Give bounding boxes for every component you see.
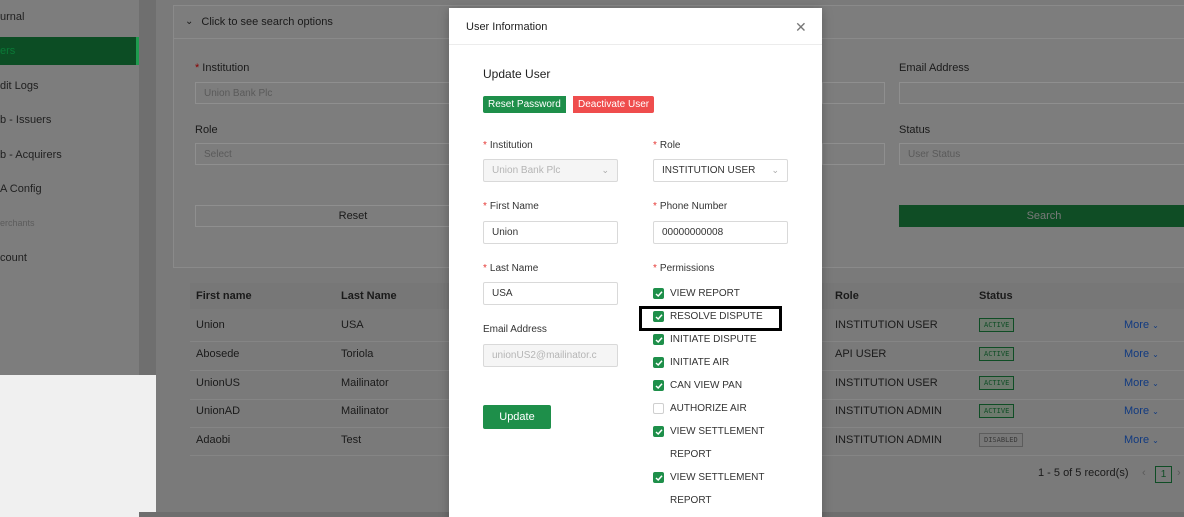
permission-view-settlement-report[interactable]: VIEW SETTLEMENT REPORT [653,426,773,466]
column-header-role[interactable]: Role [835,290,859,302]
update-user-heading: Update User [483,67,551,81]
chevron-down-icon: ⌄ [1152,407,1159,416]
chevron-down-icon: ⌄ [1152,379,1159,388]
sidebar-scrollbar[interactable] [139,0,156,375]
sidebar-item-acquirers[interactable]: b - Acquirers [0,141,139,169]
cell-last-name: Mailinator [341,377,389,389]
email-address-input[interactable]: unionUS2@mailinator.c [483,344,618,367]
column-header-status[interactable]: Status [979,290,1013,302]
search-status-label: Status [899,124,931,136]
more-link[interactable]: More ⌄ [1124,348,1159,360]
cell-last-name: Mailinator [341,405,389,417]
search-button[interactable]: Search [899,205,1184,227]
sidebar: urnal ers dit Logs b - Issuers b - Acqui… [0,0,156,375]
permission-authorize-air[interactable]: AUTHORIZE AIR [653,403,747,414]
checkbox-checked-icon[interactable] [653,426,664,437]
permission-view-settlement-report[interactable]: VIEW SETTLEMENT REPORT [653,472,773,512]
cell-first-name: Abosede [196,348,240,360]
user-information-modal: User Information ✕ Update User Reset Pas… [449,8,822,517]
reset-password-button[interactable]: Reset Password [483,96,566,113]
permission-initiate-dispute[interactable]: INITIATE DISPUTE [653,334,757,345]
status-badge: ACTIVE [979,404,1015,418]
last-name-input[interactable]: USA [483,282,618,305]
role-select[interactable]: INSTITUTION USER ⌄ [653,159,788,182]
cell-first-name: Adaobi [196,434,231,446]
sidebar-item-users[interactable]: ers [0,37,139,65]
phone-number-input[interactable]: 00000000008 [653,221,788,244]
sidebar-item-journal[interactable]: urnal [0,3,139,31]
update-button[interactable]: Update [483,405,551,429]
cell-role: INSTITUTION ADMIN [835,434,942,446]
chevron-down-icon: ⌄ [771,165,779,175]
permission-can-view-pan[interactable]: CAN VIEW PAN [653,380,742,391]
more-link[interactable]: More ⌄ [1124,319,1159,331]
chevron-down-icon: ⌄ [1152,436,1159,445]
cell-first-name: Union [196,319,225,331]
cell-role: API USER [835,348,887,360]
modal-title: User Information [466,21,548,33]
permission-view-report[interactable]: VIEW REPORT [653,288,740,299]
search-institution-label: * Institution [195,62,250,74]
pagination-summary: 1 - 5 of 5 record(s) [1038,467,1129,479]
institution-select[interactable]: Union Bank Plc ⌄ [483,159,618,182]
chevron-down-icon: ⌄ [185,16,194,27]
last-name-label: * Last Name [483,263,539,274]
modal-divider [449,44,822,45]
more-link[interactable]: More ⌄ [1124,377,1159,389]
role-label: * Role [653,140,681,151]
cell-role: INSTITUTION USER [835,319,938,331]
sidebar-nav: urnal ers dit Logs b - Issuers b - Acqui… [0,0,139,375]
checkbox-checked-icon[interactable] [653,357,664,368]
permission-initiate-air[interactable]: INITIATE AIR [653,357,729,368]
status-badge: DISABLED [979,433,1023,447]
column-header-last-name[interactable]: Last Name [341,290,397,302]
cell-last-name: Test [341,434,362,446]
cell-first-name: UnionAD [196,405,241,417]
status-badge: ACTIVE [979,318,1015,332]
chevron-down-icon: ⌄ [1152,350,1159,359]
cell-role: INSTITUTION ADMIN [835,405,942,417]
checkbox-checked-icon[interactable] [653,380,664,391]
checkbox-unchecked-icon[interactable] [653,403,664,414]
status-badge: ACTIVE [979,376,1015,390]
cell-last-name: USA [341,319,364,331]
pagination-page-button[interactable]: 1 [1155,466,1172,483]
pagination-next-icon[interactable]: › [1177,467,1181,479]
search-email-input[interactable] [899,82,1184,104]
phone-number-label: * Phone Number [653,201,728,212]
highlight-box [639,306,782,331]
pagination-prev-icon[interactable]: ‹ [1142,467,1146,479]
email-address-label: Email Address [483,324,547,335]
cell-first-name: UnionUS [196,377,241,389]
checkbox-checked-icon[interactable] [653,472,664,483]
sidebar-item-config[interactable]: A Config [0,175,139,203]
cell-last-name: Toriola [341,348,374,360]
sidebar-item-audit-logs[interactable]: dit Logs [0,72,139,100]
chevron-down-icon: ⌄ [601,165,609,175]
search-phone-input[interactable] [822,143,885,165]
more-link[interactable]: More ⌄ [1124,405,1159,417]
status-badge: ACTIVE [979,347,1015,361]
search-institution-select[interactable]: Union Bank Plc [195,82,455,104]
sidebar-item-issuers[interactable]: b - Issuers [0,106,139,134]
cell-role: INSTITUTION USER [835,377,938,389]
more-link[interactable]: More ⌄ [1124,434,1159,446]
first-name-label: * First Name [483,201,539,212]
search-email-label: Email Address [899,62,970,74]
deactivate-user-button[interactable]: Deactivate User [573,96,655,113]
checkbox-checked-icon[interactable] [653,288,664,299]
search-role-select[interactable]: Select [195,143,455,165]
checkbox-checked-icon[interactable] [653,334,664,345]
search-role-label: Role [195,124,218,136]
sidebar-item-merchants[interactable]: erchants [0,209,139,237]
close-icon[interactable]: ✕ [795,19,807,36]
sidebar-item-account[interactable]: count [0,244,139,272]
chevron-down-icon: ⌄ [1152,321,1159,330]
institution-label: * Institution [483,140,533,151]
first-name-input[interactable]: Union [483,221,618,244]
search-name-input[interactable] [822,82,885,104]
permissions-label: * Permissions [653,263,715,274]
column-header-first-name[interactable]: First name [196,290,252,302]
search-status-select[interactable]: User Status [899,143,1184,165]
